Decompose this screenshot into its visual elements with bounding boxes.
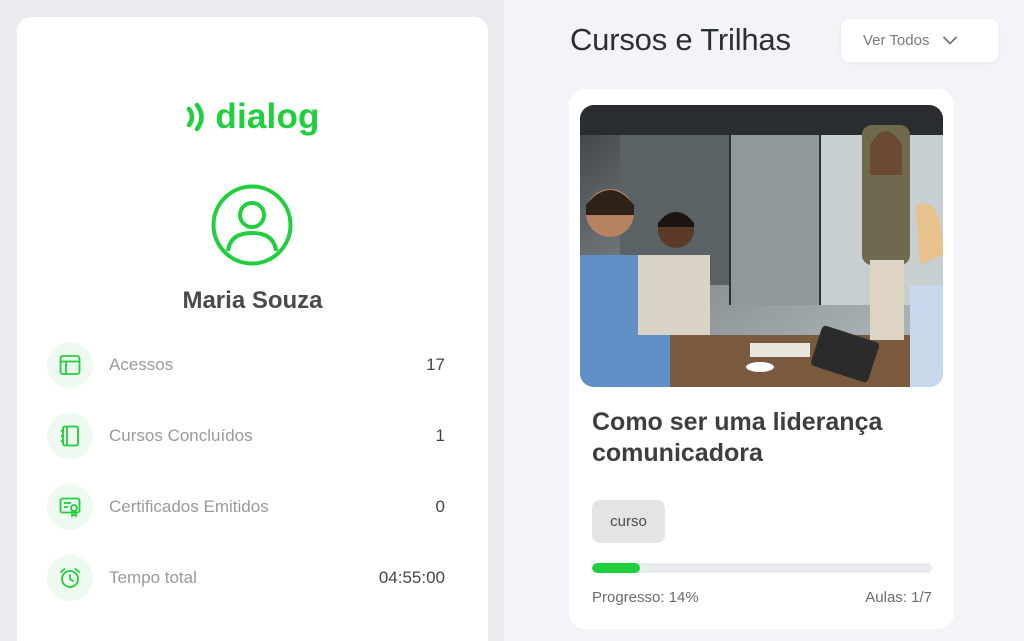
stat-value: 1 <box>435 426 445 445</box>
chevron-down-icon <box>943 36 958 45</box>
logo-text: dialog <box>215 97 320 136</box>
course-image <box>580 105 943 387</box>
user-avatar-icon <box>211 184 293 266</box>
stat-label: Tempo total <box>109 568 197 587</box>
progress-bar <box>592 563 932 573</box>
stat-row-acessos: Acessos 17 <box>47 341 445 389</box>
stat-row-cursos-concluidos: Cursos Concluídos 1 <box>47 412 445 460</box>
dialog-logo: dialog <box>17 97 488 137</box>
stat-value: 17 <box>426 355 445 374</box>
stat-value: 0 <box>435 497 445 516</box>
stat-label: Acessos <box>109 355 174 374</box>
user-name: Maria Souza <box>182 287 323 314</box>
stat-row-certificados: Certificados Emitidos 0 <box>47 483 445 531</box>
stat-label: Certificados Emitidos <box>109 497 269 516</box>
progress-fill <box>592 563 640 573</box>
course-type-badge: curso <box>592 500 665 543</box>
sound-waves-icon <box>187 102 205 132</box>
profile-card: dialog Maria Souza Acessos 17 Cursos Con… <box>17 17 488 641</box>
stat-label: Cursos Concluídos <box>109 426 253 445</box>
certificate-icon <box>47 484 93 530</box>
browser-window-icon <box>47 342 93 388</box>
filter-dropdown[interactable]: Ver Todos <box>841 19 998 62</box>
stat-value: 04:55:00 <box>378 568 445 587</box>
course-title[interactable]: Como ser uma liderança comunicadora <box>592 407 932 469</box>
alarm-clock-icon <box>47 555 93 601</box>
progress-label: Progresso: 14% <box>592 589 699 606</box>
course-card[interactable]: Como ser uma liderança comunicadora curs… <box>569 89 954 629</box>
notebook-icon <box>47 413 93 459</box>
stat-row-tempo-total: Tempo total 04:55:00 <box>47 554 445 602</box>
filter-selected-label: Ver Todos <box>863 32 930 49</box>
lessons-label: Aulas: 1/7 <box>865 589 932 606</box>
section-title: Cursos e Trilhas <box>570 22 791 57</box>
